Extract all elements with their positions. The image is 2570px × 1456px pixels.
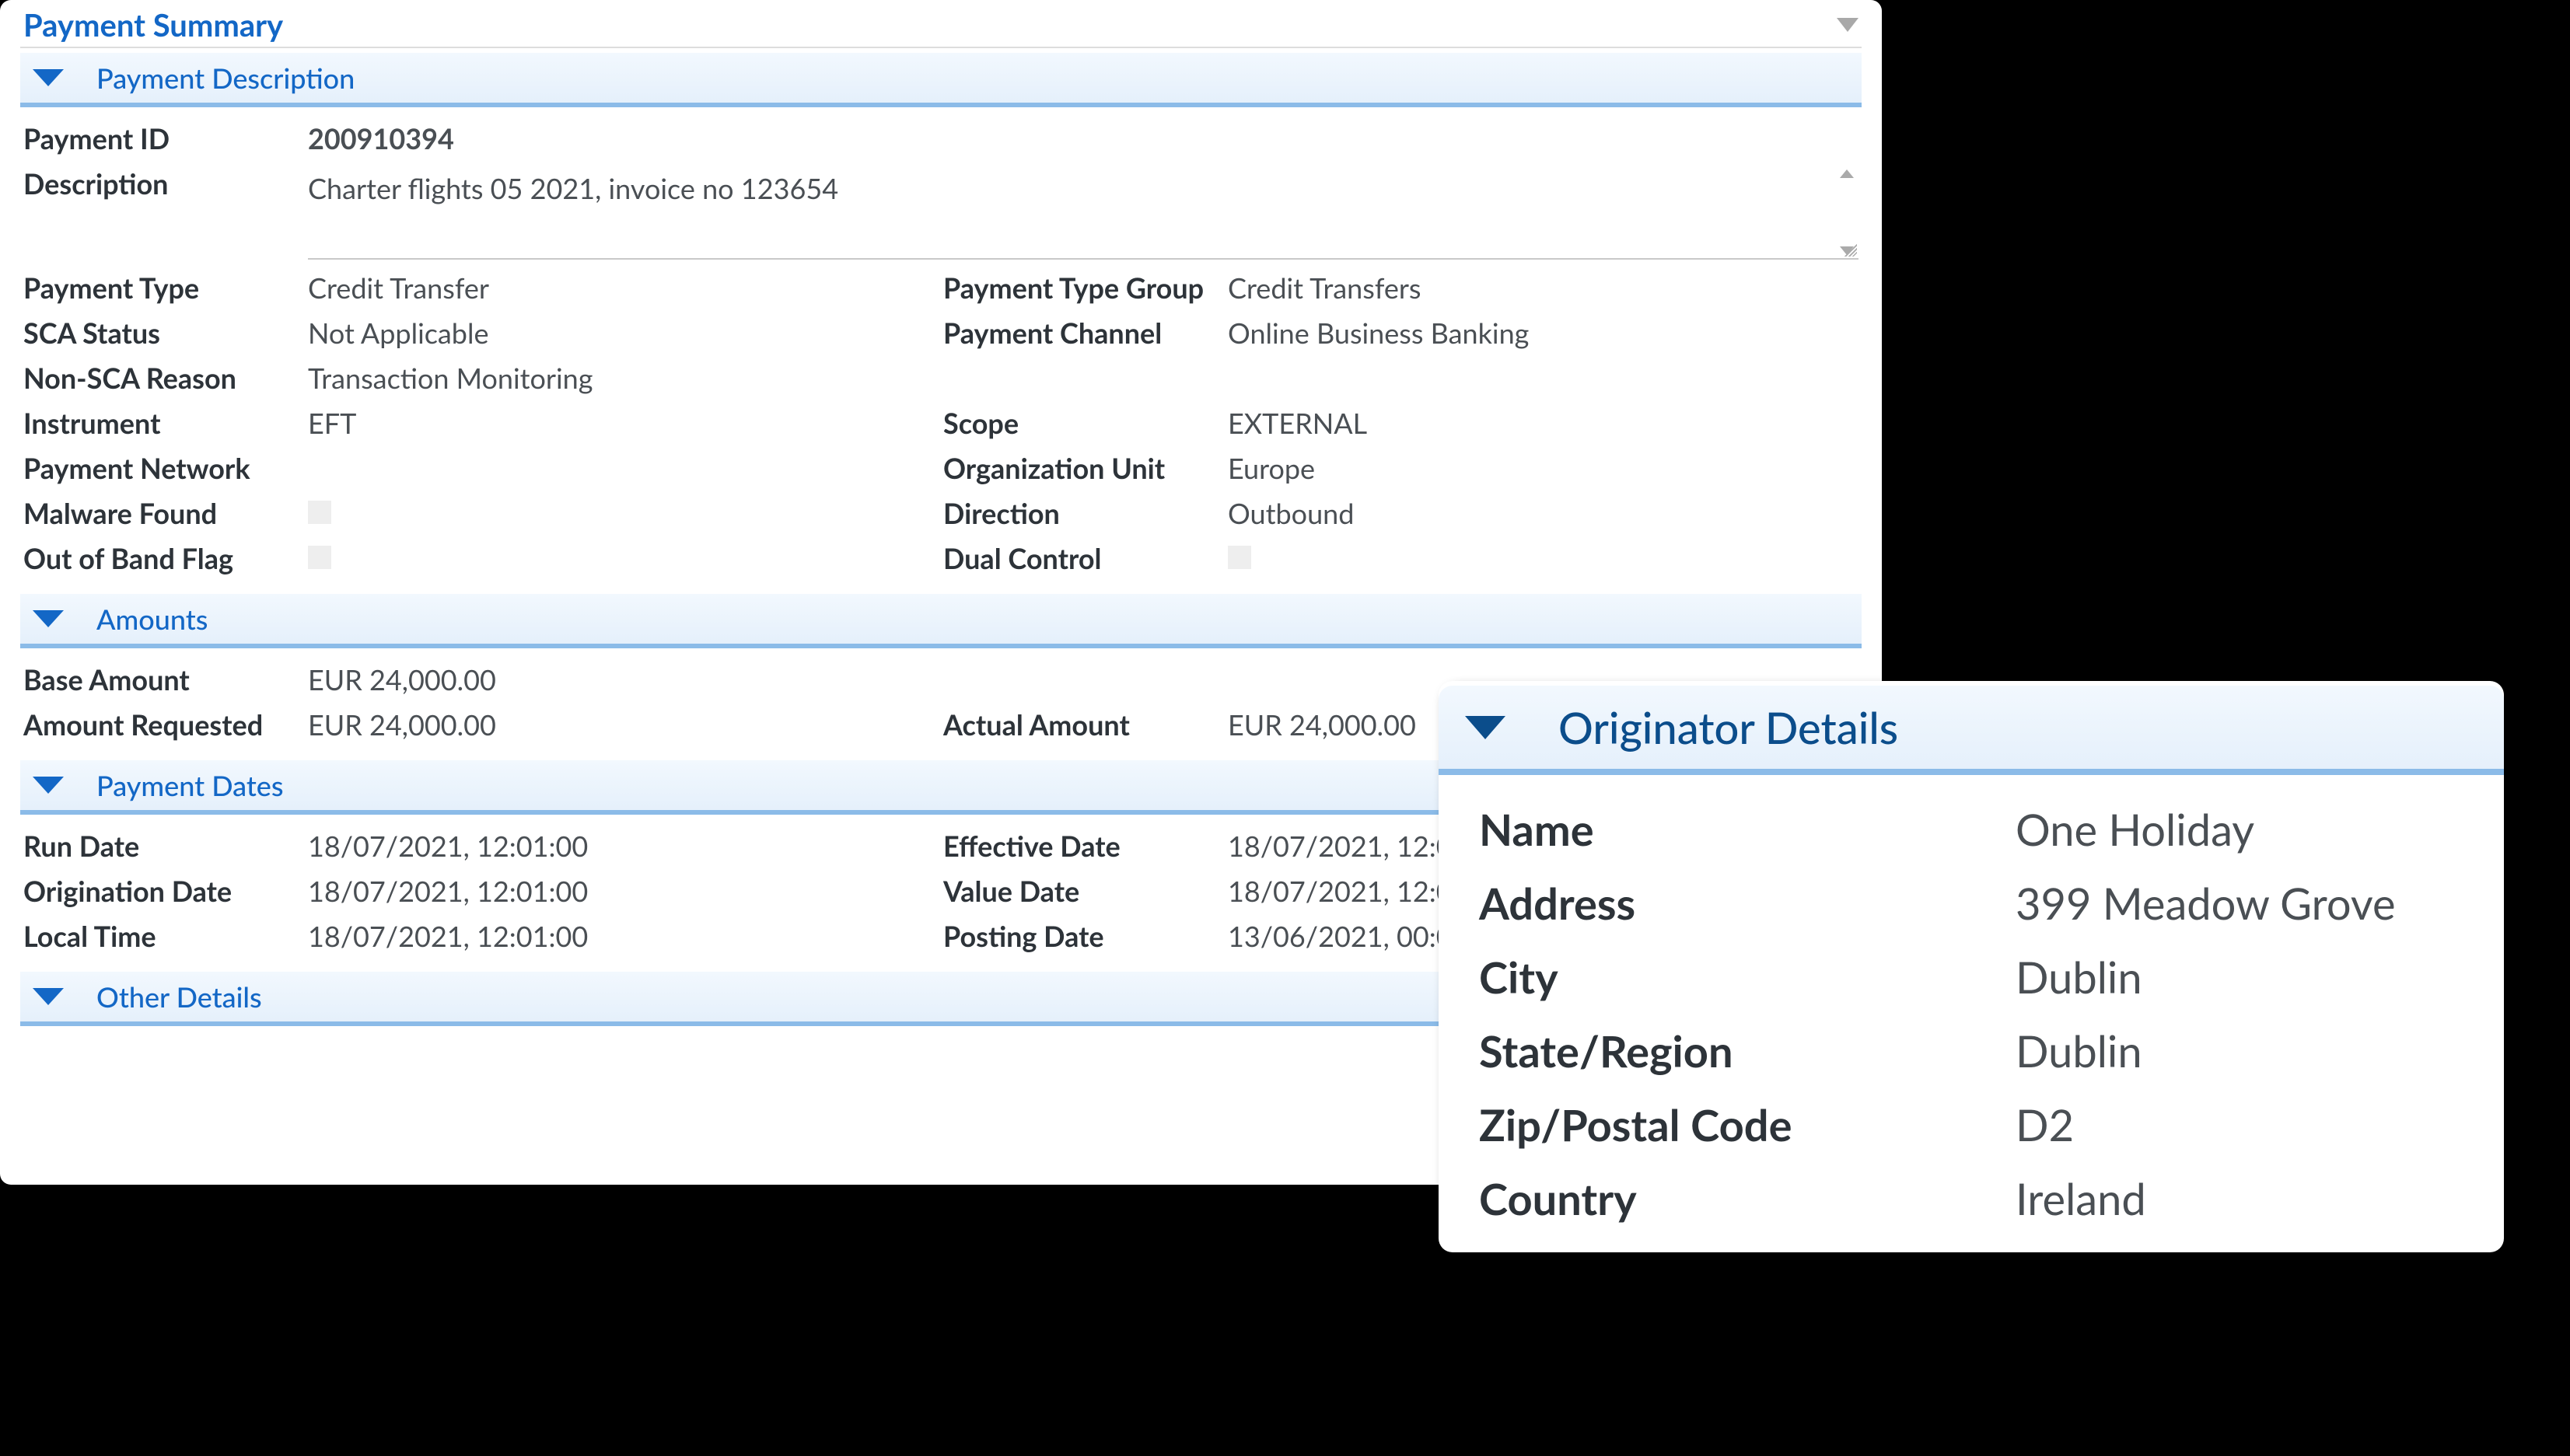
label-out-of-band: Out of Band Flag: [23, 541, 303, 575]
label-country: Country: [1479, 1172, 2008, 1224]
label-zip: Zip/Postal Code: [1479, 1098, 2008, 1150]
label-local-time: Local Time: [23, 919, 303, 953]
value-direction: Outbound: [1228, 496, 1858, 530]
value-zip: D2: [2016, 1098, 2463, 1150]
label-dual-control: Dual Control: [943, 541, 1223, 575]
value-origination-date: 18/07/2021, 12:01:00: [308, 874, 939, 908]
value-city: Dublin: [2016, 951, 2463, 1003]
panel-title-row: Payment Summary: [20, 0, 1862, 48]
collapse-icon: [33, 610, 64, 627]
section-header-amounts[interactable]: Amounts: [20, 594, 1862, 648]
label-effective-date: Effective Date: [943, 829, 1223, 863]
originator-grid: Name One Holiday Address 399 Meadow Grov…: [1439, 775, 2504, 1252]
value-payment-network: [308, 451, 939, 485]
checkbox-dual-control[interactable]: [1228, 546, 1251, 569]
label-malware-found: Malware Found: [23, 496, 303, 530]
panel-title: Payment Summary: [23, 6, 283, 44]
value-country: Ireland: [2016, 1172, 2463, 1224]
label-payment-id: Payment ID: [23, 121, 303, 155]
value-run-date: 18/07/2021, 12:01:00: [308, 829, 939, 863]
value-out-of-band: [308, 541, 939, 575]
label-name: Name: [1479, 803, 2008, 855]
value-amount-requested: EUR 24,000.00: [308, 707, 939, 742]
value-dual-control: [1228, 541, 1858, 575]
value-payment-id[interactable]: 200910394: [308, 121, 1858, 155]
collapse-icon: [1465, 716, 1505, 739]
label-actual-amount: Actual Amount: [943, 707, 1223, 742]
value-organization-unit: Europe: [1228, 451, 1858, 485]
value-scope: EXTERNAL: [1228, 406, 1858, 440]
scroll-up-icon: [1840, 169, 1854, 178]
label-payment-channel: Payment Channel: [943, 316, 1223, 350]
value-state: Dublin: [2016, 1025, 2463, 1077]
section-title: Payment Dates: [96, 768, 284, 802]
section-title: Originator Details: [1558, 701, 1898, 753]
label-posting-date: Posting Date: [943, 919, 1223, 953]
collapse-icon: [33, 988, 64, 1005]
section-header-originator-details[interactable]: Originator Details: [1439, 686, 2504, 775]
label-sca-status: SCA Status: [23, 316, 303, 350]
value-malware-found: [308, 496, 939, 530]
value-non-sca-reason: Transaction Monitoring: [308, 361, 1858, 395]
collapse-icon: [33, 777, 64, 794]
value-description: Charter flights 05 2021, invoice no 1236…: [308, 171, 838, 205]
label-non-sca-reason: Non-SCA Reason: [23, 361, 303, 395]
label-city: City: [1479, 951, 2008, 1003]
label-payment-type-group: Payment Type Group: [943, 271, 1223, 305]
label-organization-unit: Organization Unit: [943, 451, 1223, 485]
value-payment-type-group: Credit Transfers: [1228, 271, 1858, 305]
label-address: Address: [1479, 877, 2008, 929]
value-local-time: 18/07/2021, 12:01:00: [308, 919, 939, 953]
label-amount-requested: Amount Requested: [23, 707, 303, 742]
resize-handle-icon[interactable]: [1841, 241, 1857, 257]
section-title: Other Details: [96, 979, 262, 1014]
panel-menu-icon[interactable]: [1837, 18, 1858, 32]
originator-details-panel: Originator Details Name One Holiday Addr…: [1439, 681, 2504, 1252]
description-field[interactable]: Charter flights 05 2021, invoice no 1236…: [308, 166, 1858, 260]
value-name: One Holiday: [2016, 803, 2463, 855]
label-instrument: Instrument: [23, 406, 303, 440]
label-direction: Direction: [943, 496, 1223, 530]
label-state: State/Region: [1479, 1025, 2008, 1077]
label-base-amount: Base Amount: [23, 662, 303, 697]
label-run-date: Run Date: [23, 829, 303, 863]
section-title: Payment Description: [96, 61, 355, 95]
section-header-payment-description[interactable]: Payment Description: [20, 53, 1862, 107]
value-payment-type: Credit Transfer: [308, 271, 939, 305]
label-origination-date: Origination Date: [23, 874, 303, 908]
label-payment-type: Payment Type: [23, 271, 303, 305]
value-sca-status: Not Applicable: [308, 316, 939, 350]
checkbox-out-of-band[interactable]: [308, 546, 331, 569]
label-scope: Scope: [943, 406, 1223, 440]
payment-description-grid: Payment ID 200910394 Description Charter…: [20, 107, 1862, 589]
label-description: Description: [23, 166, 303, 260]
checkbox-malware-found[interactable]: [308, 501, 331, 524]
section-title: Amounts: [96, 602, 208, 636]
label-payment-network: Payment Network: [23, 451, 303, 485]
value-address: 399 Meadow Grove: [2016, 877, 2463, 929]
value-instrument: EFT: [308, 406, 939, 440]
value-payment-channel: Online Business Banking: [1228, 316, 1858, 350]
collapse-icon: [33, 69, 64, 86]
label-value-date: Value Date: [943, 874, 1223, 908]
